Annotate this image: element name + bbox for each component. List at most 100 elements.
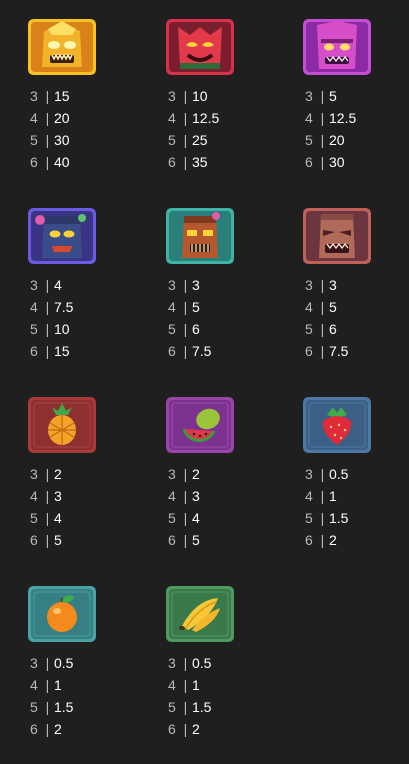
separator: | xyxy=(45,532,50,548)
separator: | xyxy=(183,721,188,737)
match-count: 4 xyxy=(305,299,313,315)
payout-value: 1.5 xyxy=(329,510,349,526)
payout-value: 20 xyxy=(54,110,70,126)
separator: | xyxy=(183,154,188,170)
payout-value: 5 xyxy=(329,299,337,315)
payout-value: 1.5 xyxy=(54,699,74,715)
separator: | xyxy=(183,466,188,482)
payout-row: 4 | 5 xyxy=(168,296,278,318)
symbol-card-orange: 3 | 0.5 4 | 1 5 | 1.5 6 | 2 xyxy=(28,586,148,737)
match-count: 6 xyxy=(305,154,313,170)
payout-row: 3 | 5 xyxy=(305,85,409,107)
payout-value: 1.5 xyxy=(192,699,212,715)
payout-value: 0.5 xyxy=(192,655,212,671)
payout-list: 3 | 0.5 4 | 1 5 | 1.5 6 | 2 xyxy=(168,652,278,740)
payout-list: 3 | 15 4 | 20 5 | 30 6 | 40 xyxy=(30,85,140,173)
separator: | xyxy=(183,532,188,548)
payout-value: 40 xyxy=(54,154,70,170)
payout-value: 4 xyxy=(192,510,200,526)
payout-value: 25 xyxy=(192,132,208,148)
separator: | xyxy=(45,488,50,504)
payout-row: 6 | 2 xyxy=(305,529,409,551)
separator: | xyxy=(183,488,188,504)
payout-row: 6 | 15 xyxy=(30,340,140,362)
payout-value: 30 xyxy=(54,132,70,148)
match-count: 5 xyxy=(305,510,313,526)
brown-tiki-mask-icon xyxy=(303,208,371,264)
payout-value: 7.5 xyxy=(192,343,212,359)
match-count: 3 xyxy=(30,88,38,104)
payout-value: 3 xyxy=(192,488,200,504)
match-count: 6 xyxy=(30,532,38,548)
payout-value: 30 xyxy=(329,154,345,170)
payout-value: 0.5 xyxy=(329,466,349,482)
separator: | xyxy=(320,343,325,359)
symbol-card-banana: 3 | 0.5 4 | 1 5 | 1.5 6 | 2 xyxy=(166,586,286,737)
separator: | xyxy=(183,321,188,337)
match-count: 5 xyxy=(168,699,176,715)
match-count: 3 xyxy=(168,277,176,293)
payout-row: 5 | 1.5 xyxy=(305,507,409,529)
separator: | xyxy=(183,677,188,693)
match-count: 5 xyxy=(30,132,38,148)
payout-value: 5 xyxy=(192,299,200,315)
payout-value: 12.5 xyxy=(192,110,220,126)
match-count: 6 xyxy=(168,343,176,359)
payout-value: 12.5 xyxy=(329,110,357,126)
payout-row: 3 | 4 xyxy=(30,274,140,296)
payout-row: 5 | 6 xyxy=(168,318,278,340)
payout-row: 5 | 10 xyxy=(30,318,140,340)
match-count: 4 xyxy=(30,488,38,504)
match-count: 3 xyxy=(168,88,176,104)
payout-list: 3 | 2 4 | 3 5 | 4 6 | 5 xyxy=(30,463,140,551)
match-count: 4 xyxy=(168,677,176,693)
match-count: 6 xyxy=(30,154,38,170)
separator: | xyxy=(45,343,50,359)
payout-value: 2 xyxy=(192,466,200,482)
payout-row: 3 | 0.5 xyxy=(30,652,140,674)
separator: | xyxy=(320,299,325,315)
separator: | xyxy=(320,277,325,293)
symbol-card-brown-tiki: 3 | 3 4 | 5 5 | 6 6 | 7.5 xyxy=(303,208,409,359)
match-count: 3 xyxy=(305,277,313,293)
payout-row: 3 | 2 xyxy=(30,463,140,485)
payout-value: 10 xyxy=(192,88,208,104)
separator: | xyxy=(45,110,50,126)
payout-value: 2 xyxy=(54,466,62,482)
purple-tiki-mask-icon xyxy=(303,19,371,75)
separator: | xyxy=(320,466,325,482)
payout-row: 5 | 6 xyxy=(305,318,409,340)
separator: | xyxy=(183,343,188,359)
separator: | xyxy=(45,277,50,293)
payout-list: 3 | 0.5 4 | 1 5 | 1.5 6 | 2 xyxy=(305,463,409,551)
payout-value: 5 xyxy=(192,532,200,548)
paytable-grid: 3 | 15 4 | 20 5 | 30 6 | 40 3 | 10 4 | 12.5 5 | 25 6 | 3… xyxy=(0,0,409,764)
payout-value: 5 xyxy=(329,88,337,104)
watermelon-icon xyxy=(166,397,234,453)
payout-value: 20 xyxy=(329,132,345,148)
payout-value: 1 xyxy=(54,677,62,693)
separator: | xyxy=(183,132,188,148)
payout-row: 4 | 1 xyxy=(305,485,409,507)
red-tiki-mask-icon xyxy=(166,19,234,75)
match-count: 3 xyxy=(30,466,38,482)
match-count: 5 xyxy=(305,132,313,148)
match-count: 3 xyxy=(168,466,176,482)
match-count: 3 xyxy=(168,655,176,671)
match-count: 5 xyxy=(168,132,176,148)
separator: | xyxy=(45,677,50,693)
separator: | xyxy=(45,466,50,482)
match-count: 4 xyxy=(30,299,38,315)
symbol-card-watermelon: 3 | 2 4 | 3 5 | 4 6 | 5 xyxy=(166,397,286,548)
payout-row: 6 | 5 xyxy=(30,529,140,551)
payout-row: 4 | 5 xyxy=(305,296,409,318)
match-count: 6 xyxy=(305,532,313,548)
separator: | xyxy=(45,721,50,737)
payout-row: 3 | 0.5 xyxy=(168,652,278,674)
match-count: 5 xyxy=(305,321,313,337)
payout-value: 4 xyxy=(54,510,62,526)
separator: | xyxy=(320,510,325,526)
separator: | xyxy=(320,532,325,548)
payout-row: 4 | 12.5 xyxy=(168,107,278,129)
payout-row: 6 | 2 xyxy=(30,718,140,740)
